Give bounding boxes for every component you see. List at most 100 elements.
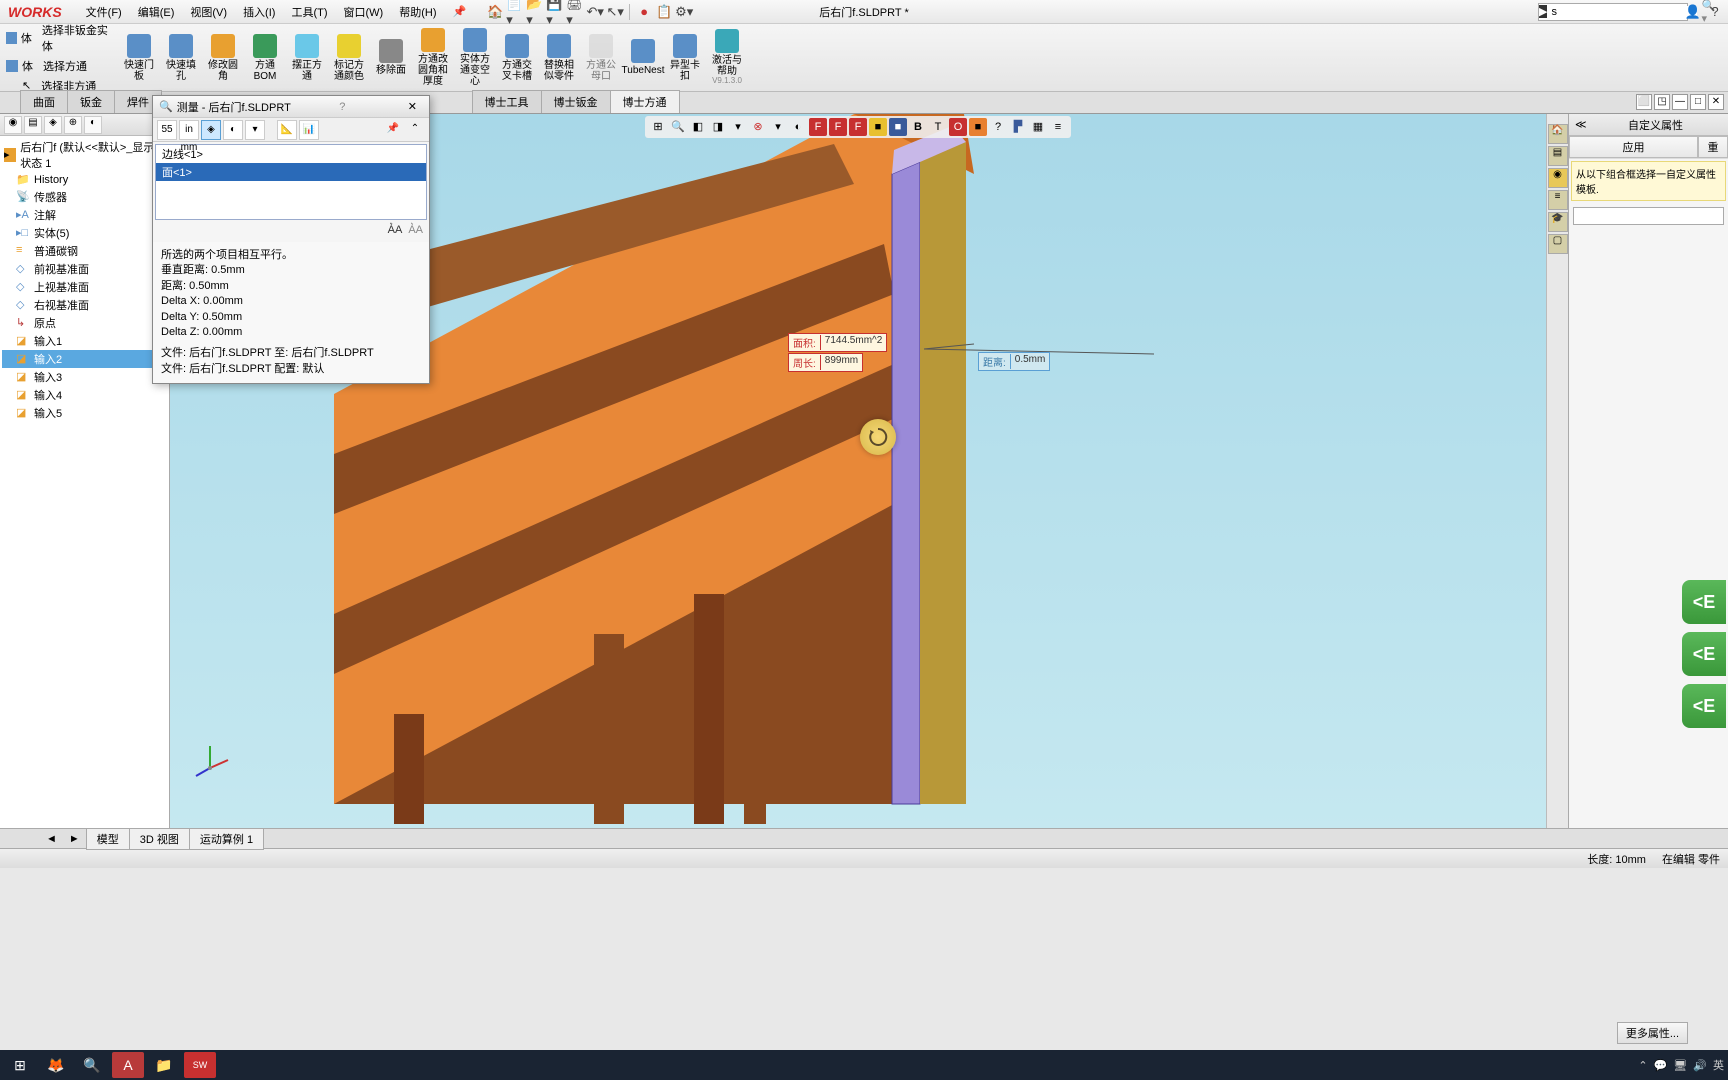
prop-collapse-icon[interactable]: ≪: [1575, 118, 1589, 131]
tab-surface[interactable]: 曲面: [20, 90, 68, 113]
mp-collapse-icon[interactable]: ⌃: [405, 120, 425, 140]
rib-cross-slot[interactable]: 方通交叉卡槽: [496, 24, 538, 91]
rib-special-clip[interactable]: 异型卡扣: [664, 24, 706, 91]
vp-o-icon[interactable]: O: [949, 118, 967, 136]
undo-icon[interactable]: ↶▾: [586, 3, 604, 21]
measure-close-icon[interactable]: ✕: [402, 100, 423, 113]
vp-flag-icon[interactable]: ▛: [1009, 118, 1027, 136]
rib-tubenest[interactable]: TubeNest: [622, 24, 664, 91]
taskbar-solidworks-icon[interactable]: SW: [184, 1052, 216, 1078]
tab-dr-tube[interactable]: 博士方通: [610, 90, 680, 113]
side-tab-2[interactable]: <E: [1682, 632, 1726, 676]
vp-b-icon[interactable]: B: [909, 118, 927, 136]
btab-motion[interactable]: 运动算例 1: [189, 828, 264, 850]
more-properties-button[interactable]: 更多属性...: [1617, 1022, 1688, 1044]
measure-sel-edge[interactable]: 边线<1>: [156, 145, 426, 163]
mp-pin-icon[interactable]: 📌: [383, 120, 403, 140]
rib-change-fillet[interactable]: 方通改圆角和厚度: [412, 24, 454, 91]
tree-coord-icon[interactable]: ⊕: [64, 116, 82, 134]
vp-red3-icon[interactable]: F: [849, 118, 867, 136]
tray-volume-icon[interactable]: 🔊: [1693, 1059, 1707, 1072]
measure-help-icon[interactable]: ?: [339, 101, 345, 113]
tab-dr-sheet[interactable]: 博士钣金: [541, 90, 611, 113]
mp-unit-icon[interactable]: 55: [157, 120, 177, 140]
prop-reset-button[interactable]: 重: [1698, 136, 1728, 158]
measure-sel-face[interactable]: 面<1>: [156, 163, 426, 181]
mp-proj-icon[interactable]: 📐: [277, 120, 297, 140]
tree-filter-icon[interactable]: ◉: [4, 116, 22, 134]
win-popup-icon[interactable]: ◳: [1654, 94, 1670, 110]
taskbar-autocad-icon[interactable]: A: [112, 1052, 144, 1078]
open-icon[interactable]: 📂▾: [526, 3, 544, 21]
side-tab-1[interactable]: <E: [1682, 580, 1726, 624]
save-icon[interactable]: 💾▾: [546, 3, 564, 21]
win-close-icon[interactable]: ✕: [1708, 94, 1724, 110]
btab-prev-icon[interactable]: ◄: [40, 833, 63, 845]
taskbar-start-icon[interactable]: ⊞: [4, 1052, 36, 1078]
vp-t-icon[interactable]: T: [929, 118, 947, 136]
vp-blue-icon[interactable]: ■: [889, 118, 907, 136]
taskbar-search-icon[interactable]: 🔍: [76, 1052, 108, 1078]
win-expand-icon[interactable]: ⬜: [1636, 94, 1652, 110]
menu-tools[interactable]: 工具(T): [285, 2, 333, 22]
rib-remove-face[interactable]: 移除面: [370, 24, 412, 91]
print-icon[interactable]: 🖨▾: [566, 3, 584, 21]
rside-layers-icon[interactable]: ▤: [1548, 146, 1568, 166]
tree-material[interactable]: ≡普通碳钢: [2, 242, 167, 260]
rside-home-icon[interactable]: 🏠: [1548, 124, 1568, 144]
user-icon[interactable]: 👤: [1684, 3, 1702, 21]
tree-display-icon[interactable]: ◈: [44, 116, 62, 134]
rib-quick-fill[interactable]: 快速填孔: [160, 24, 202, 91]
vp-red2-icon[interactable]: F: [829, 118, 847, 136]
btab-3dview[interactable]: 3D 视图: [129, 828, 190, 850]
tree-solid[interactable]: ▸□实体(5): [2, 224, 167, 242]
tree-import1[interactable]: ◪输入1: [2, 332, 167, 350]
menu-window[interactable]: 窗口(W): [338, 2, 390, 22]
tree-top-plane[interactable]: ◇上视基准面: [2, 278, 167, 296]
prop-template-select[interactable]: [1573, 207, 1724, 225]
tab-sheetmetal[interactable]: 钣金: [67, 90, 115, 113]
tree-history[interactable]: 📁History: [2, 172, 167, 188]
rib-replace-similar[interactable]: 替换相似零件: [538, 24, 580, 91]
vp-display-icon[interactable]: ◨: [709, 118, 727, 136]
tree-sensors[interactable]: 📡传感器: [2, 188, 167, 206]
search-type-icon[interactable]: ▶: [1539, 5, 1547, 18]
tree-front-plane[interactable]: ◇前视基准面: [2, 260, 167, 278]
tray-chevron-icon[interactable]: ⌃: [1638, 1059, 1647, 1072]
btab-model[interactable]: 模型: [86, 828, 130, 850]
vp-orange-icon[interactable]: ■: [969, 118, 987, 136]
rside-hat-icon[interactable]: 🎓: [1548, 212, 1568, 232]
menu-file[interactable]: 文件(F): [80, 2, 128, 22]
vp-red1-icon[interactable]: F: [809, 118, 827, 136]
mp-xyz-icon[interactable]: ◈: [201, 120, 221, 140]
rib-joint[interactable]: 方通公母口: [580, 24, 622, 91]
search-box[interactable]: ▶ 🔍▾: [1538, 3, 1688, 21]
tree-right-plane[interactable]: ◇右视基准面: [2, 296, 167, 314]
tree-import5[interactable]: ◪输入5: [2, 404, 167, 422]
tree-import2[interactable]: ◪输入2: [2, 350, 167, 368]
vp-list-icon[interactable]: ≡: [1049, 118, 1067, 136]
tree-appear-icon[interactable]: ◐: [84, 116, 102, 134]
sel-tube[interactable]: 选择方通: [43, 58, 87, 74]
win-maximize-icon[interactable]: □: [1690, 94, 1706, 110]
vp-orient-icon[interactable]: ⊞: [649, 118, 667, 136]
tree-annotations[interactable]: ▸A注解: [2, 206, 167, 224]
vp-section-icon[interactable]: ◧: [689, 118, 707, 136]
taskbar-firefox-icon[interactable]: 🦊: [40, 1052, 72, 1078]
rib-hollow[interactable]: 实体方通变空心: [454, 24, 496, 91]
rib-modify-fillet[interactable]: 修改圆角: [202, 24, 244, 91]
taskbar-explorer-icon[interactable]: 📁: [148, 1052, 180, 1078]
measure-panel[interactable]: 🔍 测量 - 后右门f.SLDPRT ? ✕ 55 inmm ◈ ◐ ▾ 📐 📊…: [152, 95, 430, 384]
tab-dr-tools[interactable]: 博士工具: [472, 90, 542, 113]
menu-insert[interactable]: 插入(I): [237, 2, 281, 22]
home-icon[interactable]: 🏠: [486, 3, 504, 21]
rside-section-icon[interactable]: ≡: [1548, 190, 1568, 210]
tree-import3[interactable]: ◪输入3: [2, 368, 167, 386]
mp-history-icon[interactable]: 📊: [299, 120, 319, 140]
rib-align-tube[interactable]: 摆正方通: [286, 24, 328, 91]
new-icon[interactable]: 📄▾: [506, 3, 524, 21]
font-small-icon[interactable]: A͛A: [408, 224, 423, 240]
tree-root[interactable]: ▸后右门f (默认<<默认>_显示状态 1: [2, 138, 167, 172]
sel-nonsheet[interactable]: 选择非钣金实体: [42, 22, 112, 54]
rside-box-icon[interactable]: ▢: [1548, 234, 1568, 254]
